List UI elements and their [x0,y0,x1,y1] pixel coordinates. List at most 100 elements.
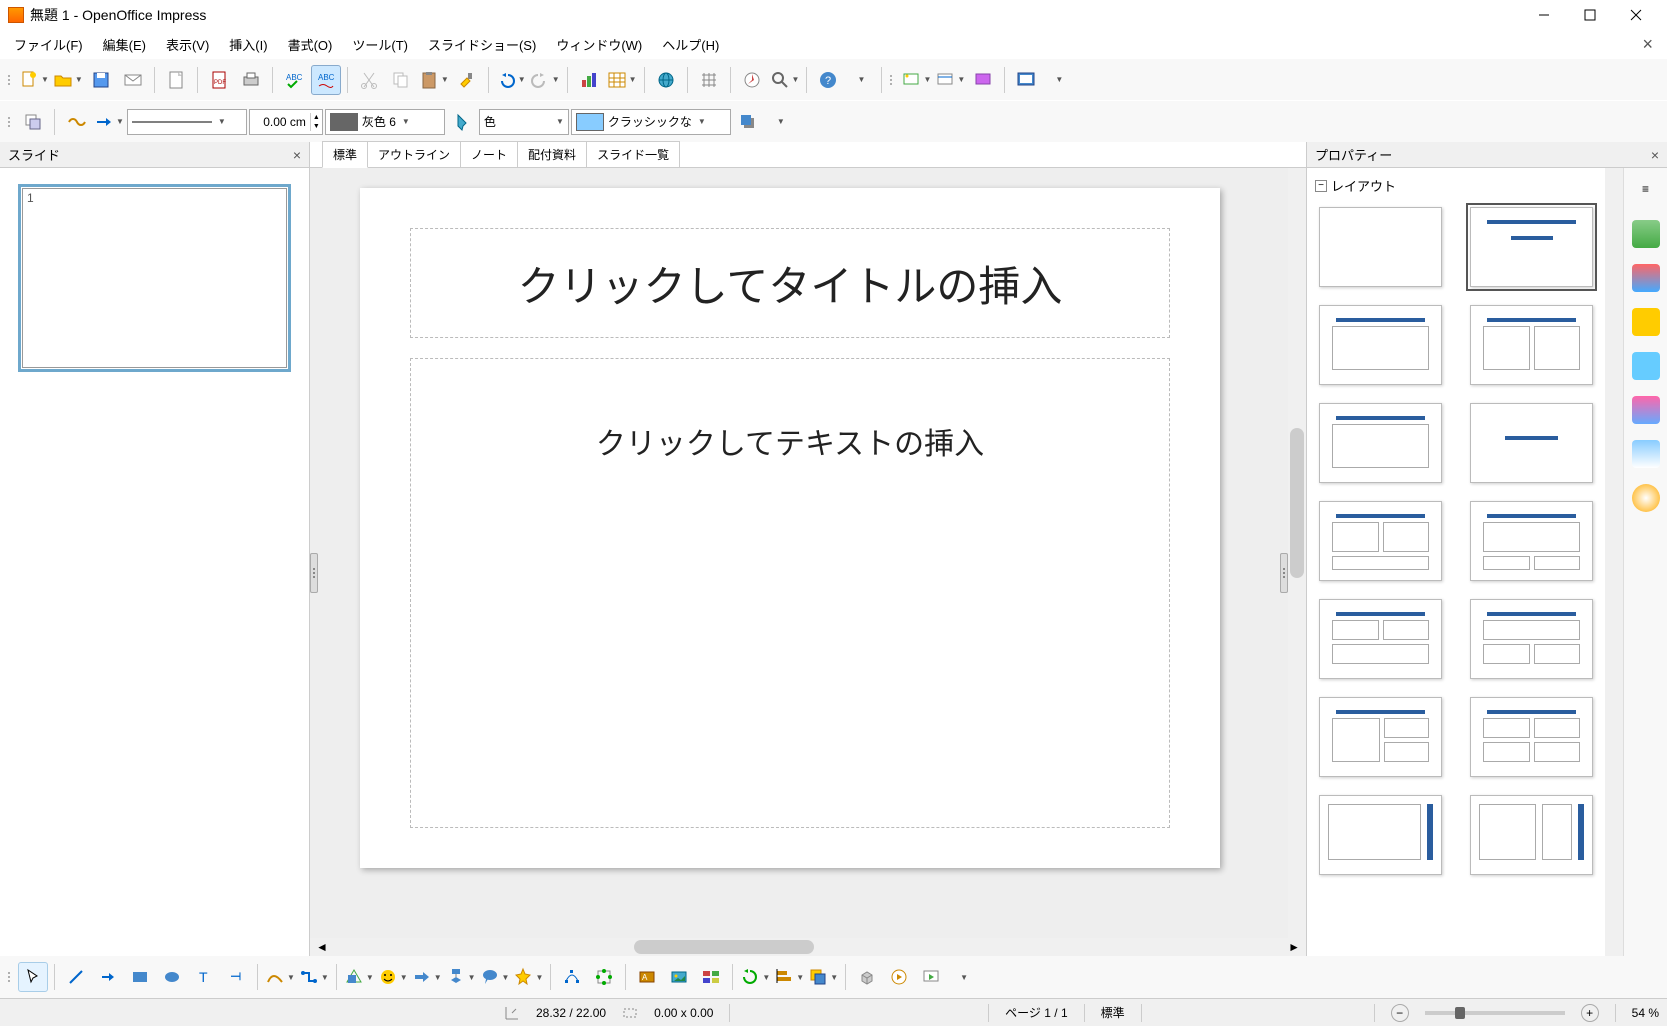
auto-spellcheck-button[interactable]: ABC [311,65,341,95]
line-width-input[interactable]: ▲▼ [249,109,323,135]
navigator-button[interactable] [737,65,767,95]
toolbar-overflow[interactable]: ▼ [1043,65,1073,95]
points-tool[interactable] [557,962,587,992]
tab-sorter[interactable]: スライド一覧 [586,141,680,167]
new-button[interactable]: ▼ [18,65,50,95]
properties-panel-close-icon[interactable]: × [1651,147,1659,163]
redo-button[interactable]: ▼ [529,65,561,95]
interaction-tool[interactable] [884,962,914,992]
slideshow-button[interactable] [1011,65,1041,95]
menu-tools[interactable]: ツール(T) [342,31,418,58]
line-tool[interactable] [61,962,91,992]
open-button[interactable]: ▼ [52,65,84,95]
sidebar-animation-icon[interactable] [1632,308,1660,336]
from-file-tool[interactable] [664,962,694,992]
arrange-button[interactable] [18,107,48,137]
zoom-in-button[interactable]: + [1581,1004,1599,1022]
connector-tool[interactable]: ▼ [298,962,330,992]
slide-panel-close-icon[interactable]: × [293,147,301,163]
menu-file[interactable]: ファイル(F) [4,31,93,58]
close-document-icon[interactable]: × [1632,30,1663,59]
sidebar-master-icon[interactable] [1632,264,1660,292]
title-placeholder[interactable]: クリックしてタイトルの挿入 [410,228,1170,338]
tab-outline[interactable]: アウトライン [367,141,461,167]
rectangle-tool[interactable] [125,962,155,992]
align-tool[interactable]: ▼ [773,962,805,992]
zoom-out-button[interactable]: − [1391,1004,1409,1022]
zoom-button[interactable]: ▼ [769,65,801,95]
toolbar-handle[interactable] [6,65,14,95]
slide-canvas[interactable]: クリックしてタイトルの挿入 クリックしてテキストの挿入 [360,188,1220,868]
block-arrows-tool[interactable]: ▼ [411,962,443,992]
menu-window[interactable]: ウィンドウ(W) [546,31,652,58]
select-tool[interactable] [18,962,48,992]
layout-vert-title[interactable] [1319,795,1442,875]
layout-title-box[interactable] [1319,403,1442,483]
layout-two-over-one[interactable] [1319,599,1442,679]
maximize-button[interactable] [1567,0,1613,30]
layout-title-content[interactable] [1470,207,1593,287]
basic-shapes-tool[interactable]: ▼ [343,962,375,992]
slide-layout-button[interactable]: ▼ [934,65,966,95]
menu-insert[interactable]: 挿入(I) [219,31,277,58]
stars-tool[interactable]: ▼ [512,962,544,992]
tab-normal[interactable]: 標準 [322,141,368,168]
layout-text-obj[interactable] [1470,501,1593,581]
fill-color-selector[interactable]: クラッシックな ▼ [571,109,731,135]
arrow-tool[interactable] [93,962,123,992]
drawtoolbar-overflow[interactable]: ▼ [948,962,978,992]
export-pdf-button[interactable]: PDF [204,65,234,95]
line-style-icon[interactable] [61,107,91,137]
close-button[interactable] [1613,0,1659,30]
minimize-button[interactable] [1521,0,1567,30]
layout-vert-title-text[interactable] [1470,795,1593,875]
toolbar-handle-3[interactable] [6,107,14,137]
toolbar-handle-2[interactable] [888,65,896,95]
table-button[interactable]: ▼ [606,65,638,95]
shadow-button[interactable] [733,107,763,137]
area-icon[interactable] [447,107,477,137]
layout-one-over-two[interactable] [1470,599,1593,679]
view-mode[interactable]: 標準 [1101,1004,1125,1021]
layout-title-only[interactable] [1319,305,1442,385]
help-button[interactable]: ? [813,65,843,95]
callouts-tool[interactable]: ▼ [479,962,511,992]
gluepoints-tool[interactable] [589,962,619,992]
slide-design-button[interactable] [968,65,998,95]
vertical-text-tool[interactable]: T [221,962,251,992]
layout-one-two-vert[interactable] [1319,697,1442,777]
zoom-slider[interactable] [1425,1011,1565,1015]
sidebar-styles-icon[interactable] [1632,396,1660,424]
menu-view[interactable]: 表示(V) [156,31,219,58]
edit-file-button[interactable] [161,65,191,95]
menu-help[interactable]: ヘルプ(H) [652,31,729,58]
whats-this-button[interactable]: ▼ [845,65,875,95]
menu-format[interactable]: 書式(O) [278,31,343,58]
symbol-shapes-tool[interactable]: ▼ [377,962,409,992]
fontwork-tool[interactable]: A [632,962,662,992]
layout-four-obj[interactable] [1470,697,1593,777]
print-button[interactable] [236,65,266,95]
right-splitter[interactable] [1280,553,1288,593]
tab-notes[interactable]: ノート [460,141,518,167]
layout-two-content[interactable] [1470,305,1593,385]
sidebar-gallery-icon[interactable] [1632,440,1660,468]
layout-centered[interactable] [1470,403,1593,483]
layout-section-header[interactable]: − レイアウト [1315,172,1597,199]
cut-button[interactable] [354,65,384,95]
curve-tool[interactable]: ▼ [264,962,296,992]
sidebar-properties-icon[interactable] [1632,220,1660,248]
sidebar-menu-icon[interactable]: ≡ [1631,174,1661,204]
ellipse-tool[interactable] [157,962,187,992]
arrow-style-button[interactable]: ▼ [93,107,125,137]
undo-button[interactable]: ▼ [495,65,527,95]
arrange-tool[interactable]: ▼ [807,962,839,992]
text-tool[interactable]: T [189,962,219,992]
line-style-selector[interactable]: ▼ [127,109,247,135]
chart-button[interactable] [574,65,604,95]
paste-button[interactable]: ▼ [418,65,450,95]
left-splitter[interactable] [310,553,318,593]
content-placeholder[interactable]: クリックしてテキストの挿入 [410,358,1170,828]
sidebar-navigator-icon[interactable] [1632,484,1660,512]
toolbar2-overflow[interactable]: ▼ [765,107,795,137]
